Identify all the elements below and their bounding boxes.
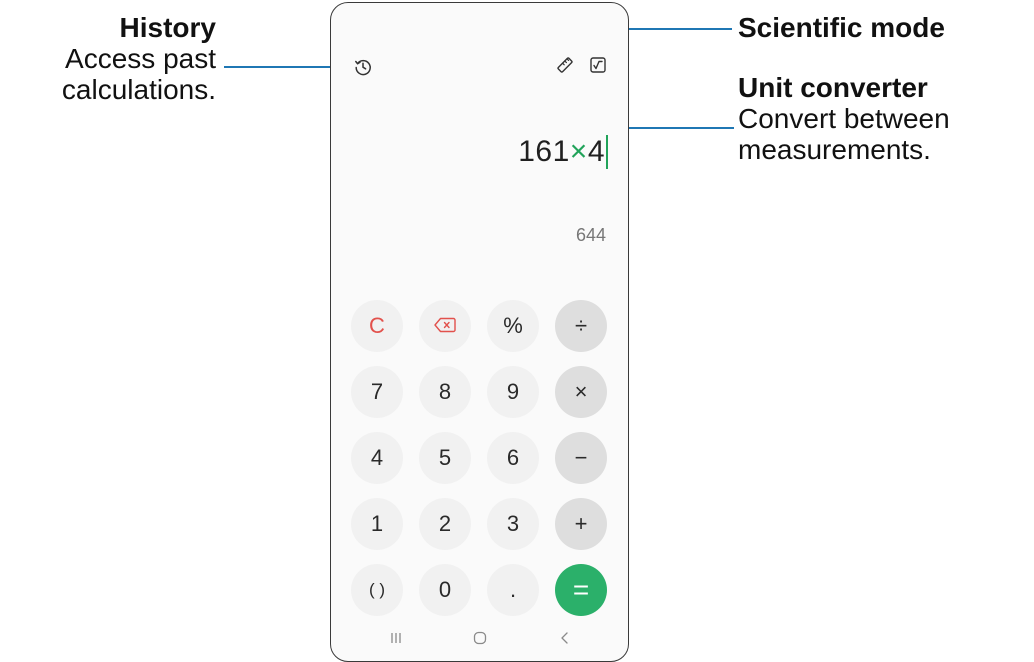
subtract-button[interactable]: − <box>555 432 607 484</box>
unit-converter-callout-title: Unit converter <box>738 72 928 103</box>
expression-operator: × <box>569 135 588 168</box>
recent-apps-icon[interactable] <box>389 631 403 650</box>
ruler-icon[interactable] <box>555 55 575 75</box>
history-callout-line1: Access past <box>65 43 216 74</box>
history-icon[interactable] <box>353 57 373 77</box>
result-preview: 644 <box>575 225 606 245</box>
phone-screen: 161 × 4 644 C % ÷ 7 8 9 × 4 5 6 − 1 2 3 … <box>330 2 629 662</box>
scientific-callout: Scientific mode <box>738 12 945 43</box>
expression-operand-b: 4 <box>587 135 605 168</box>
add-button[interactable]: + <box>555 498 607 550</box>
backspace-button[interactable] <box>419 300 471 352</box>
digit-5-button[interactable]: 5 <box>419 432 471 484</box>
equals-button[interactable]: = <box>555 564 607 616</box>
history-callout-line2: calculations. <box>61 74 216 105</box>
digit-0-button[interactable]: 0 <box>419 564 471 616</box>
digit-6-button[interactable]: 6 <box>487 432 539 484</box>
digit-4-button[interactable]: 4 <box>351 432 403 484</box>
expression-operand-a: 161 <box>518 135 570 168</box>
clear-button[interactable]: C <box>351 300 403 352</box>
digit-1-button[interactable]: 1 <box>351 498 403 550</box>
history-callout-title: History <box>119 12 216 43</box>
digit-2-button[interactable]: 2 <box>419 498 471 550</box>
digit-3-button[interactable]: 3 <box>487 498 539 550</box>
history-callout: History Access past calculations. <box>62 12 216 105</box>
unit-converter-callout-line1: Convert between <box>738 103 950 134</box>
multiply-button[interactable]: × <box>555 366 607 418</box>
digit-8-button[interactable]: 8 <box>419 366 471 418</box>
unit-converter-callout: Unit converter Convert between measureme… <box>738 72 950 165</box>
decimal-button[interactable]: . <box>487 564 539 616</box>
square-root-icon[interactable] <box>588 55 608 75</box>
text-cursor <box>606 135 608 169</box>
parentheses-button[interactable]: ( ) <box>351 564 403 616</box>
percent-button[interactable]: % <box>487 300 539 352</box>
backspace-icon <box>434 313 456 339</box>
home-icon[interactable] <box>473 631 487 650</box>
unit-converter-callout-line2: measurements. <box>738 134 931 165</box>
scientific-callout-title: Scientific mode <box>738 12 945 43</box>
expression-input[interactable]: 161 × 4 <box>518 135 608 169</box>
back-icon[interactable] <box>558 631 572 650</box>
digit-9-button[interactable]: 9 <box>487 366 539 418</box>
divide-button[interactable]: ÷ <box>555 300 607 352</box>
digit-7-button[interactable]: 7 <box>351 366 403 418</box>
